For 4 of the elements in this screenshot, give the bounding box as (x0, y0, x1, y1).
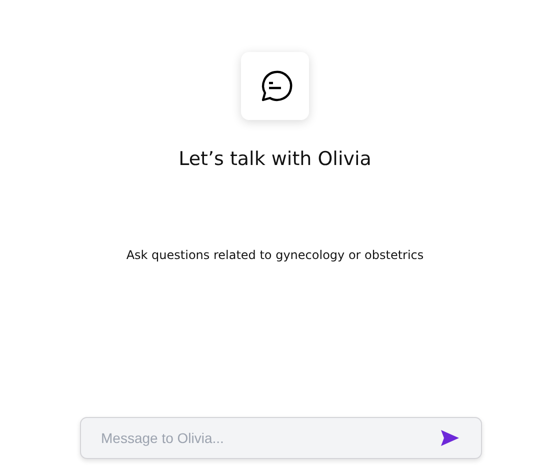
message-field[interactable]: Message to Olivia... (80, 417, 482, 459)
subtitle: Ask questions related to gynecology or obstetrics (126, 248, 424, 262)
send-icon[interactable] (440, 429, 460, 447)
heading: Let’s talk with Olivia (178, 148, 372, 170)
